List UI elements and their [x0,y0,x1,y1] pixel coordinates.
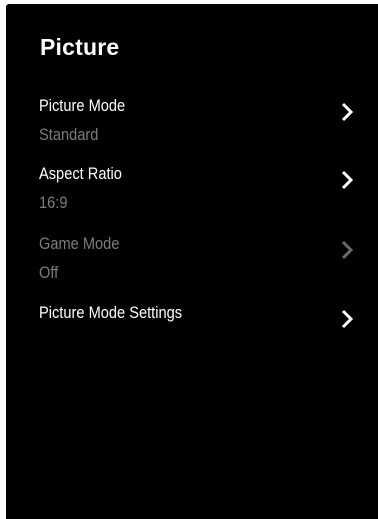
menu-item-label: Aspect Ratio [39,164,122,183]
menu-item-picture-mode-settings[interactable]: Picture Mode Settings [6,303,378,359]
picture-settings-panel: Picture Picture Mode Standard Aspect Rat… [6,4,378,519]
menu-item-label: Game Mode [39,234,120,253]
panel-title: Picture [40,34,120,60]
chevron-right-icon [340,240,354,260]
menu-item-game-mode: Game Mode Off [6,234,378,290]
chevron-right-icon [340,170,354,190]
menu-item-value: 16:9 [39,193,68,212]
menu-item-label: Picture Mode Settings [39,303,183,322]
chevron-right-icon [340,309,354,329]
menu-item-aspect-ratio[interactable]: Aspect Ratio 16:9 [6,164,378,220]
menu-item-picture-mode[interactable]: Picture Mode Standard [6,96,378,152]
menu-item-value: Off [39,263,59,282]
menu-item-label: Picture Mode [39,96,126,115]
menu-item-value: Standard [39,125,99,144]
chevron-right-icon [340,102,354,122]
